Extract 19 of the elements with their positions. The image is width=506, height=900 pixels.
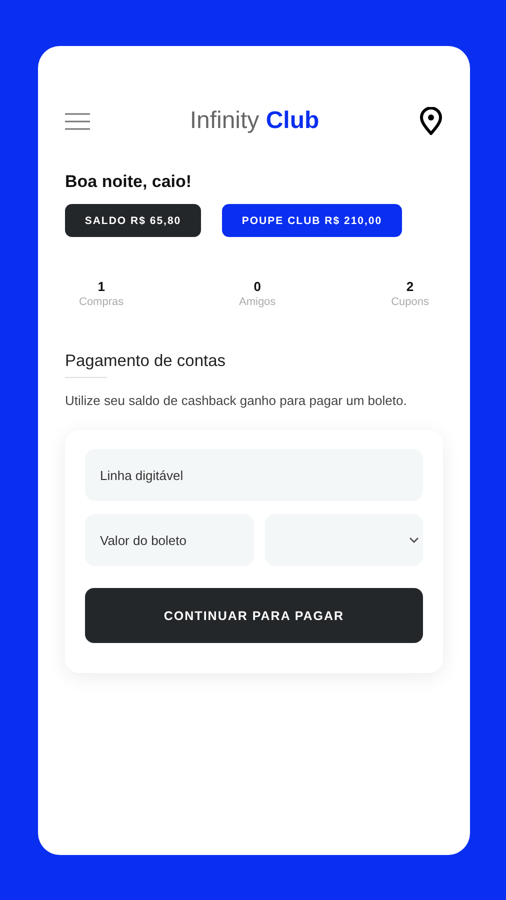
continue-button[interactable]: CONTINUAR PARA PAGAR [85, 588, 423, 643]
amount-field[interactable]: Valor do boleto [85, 514, 254, 566]
location-pin-icon[interactable] [418, 107, 443, 135]
balance-button[interactable]: SALDO R$ 65,80 [65, 204, 201, 237]
greeting: Boa noite, caio! [65, 172, 193, 192]
menu-icon[interactable] [65, 112, 90, 130]
app-title: Infinity Club [190, 107, 320, 135]
barcode-field[interactable]: Linha digitável [85, 449, 423, 501]
stat-label: Amigos [239, 296, 276, 308]
dropdown-field[interactable] [265, 514, 423, 566]
stat-value: 0 [254, 279, 261, 294]
chevron-down-icon [409, 537, 419, 543]
stat-value: 1 [98, 279, 105, 294]
balance-button[interactable]: POUPE CLUB R$ 210,00 [222, 204, 402, 237]
section-description: Utilize seu saldo de cashback ganho para pagar um boleto. [65, 393, 408, 408]
stat-label: Cupons [391, 296, 429, 308]
stat-value: 2 [406, 279, 414, 294]
section-title: Pagamento de contas [65, 352, 227, 371]
stat-label: Compras [79, 296, 124, 308]
